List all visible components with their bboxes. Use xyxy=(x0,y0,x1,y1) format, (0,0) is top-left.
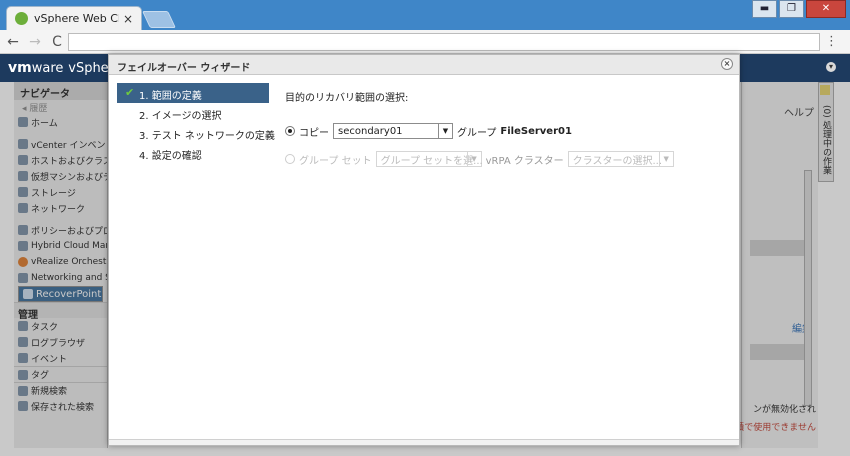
copy-row: コピー secondary01 ▼ グループ FileServer01 xyxy=(285,122,725,140)
chevron-down-icon: ▼ xyxy=(466,152,481,166)
group-set-select[interactable]: グループ セットを選... ▼ xyxy=(375,151,483,167)
copy-select[interactable]: secondary01 ▼ xyxy=(333,123,453,139)
user-menu-chevron-icon[interactable]: ▾ xyxy=(826,62,836,72)
browser-tab[interactable]: vSphere Web Client × xyxy=(6,6,142,30)
recovery-scope-heading: 目的のリカバリ範囲の選択: xyxy=(285,93,409,104)
url-input[interactable] xyxy=(68,33,820,51)
wizard-content: 目的のリカバリ範囲の選択: コピー secondary01 ▼ グループ Fil… xyxy=(285,89,725,178)
dialog-close-icon[interactable]: × xyxy=(721,58,733,70)
new-tab-button[interactable] xyxy=(142,11,176,28)
vmware-logo: vmware vSpher xyxy=(8,60,115,76)
tab-title: vSphere Web Client xyxy=(34,12,119,25)
browser-tab-bar: vSphere Web Client × ▬ ❐ ✕ xyxy=(0,0,850,30)
step-select-image[interactable]: 2. イメージの選択 xyxy=(117,103,269,123)
step-define-test-network[interactable]: 3. テスト ネットワークの定義 xyxy=(117,123,275,143)
reload-icon[interactable]: C xyxy=(48,34,66,50)
wizard-steps: ✔ 1. 範囲の定義 2. イメージの選択 3. テスト ネットワークの定義 4.… xyxy=(117,83,275,163)
dialog-header: フェイルオーバー ウィザード × xyxy=(109,55,739,75)
step-define-scope[interactable]: ✔ 1. 範囲の定義 xyxy=(117,83,269,103)
group-label: グループ xyxy=(457,127,497,139)
check-icon: ✔ xyxy=(125,86,135,99)
forward-icon[interactable]: → xyxy=(26,34,44,50)
back-icon[interactable]: ← xyxy=(4,34,22,50)
tab-close-icon[interactable]: × xyxy=(123,12,133,26)
window-close-button[interactable]: ✕ xyxy=(806,0,846,18)
chevron-down-icon: ▼ xyxy=(438,124,452,138)
window-controls: ▬ ❐ ✕ xyxy=(750,0,846,18)
copy-radio[interactable] xyxy=(285,126,295,136)
group-set-label: グループ セット xyxy=(299,155,372,167)
step-review-settings[interactable]: 4. 設定の確認 xyxy=(117,143,269,163)
browser-menu-icon[interactable]: ⋮ xyxy=(825,34,838,49)
maximize-button[interactable]: ❐ xyxy=(779,0,804,18)
vrpa-cluster-label: vRPA クラスター xyxy=(485,155,564,167)
failover-wizard-dialog: フェイルオーバー ウィザード × ✔ 1. 範囲の定義 2. イメージの選択 3.… xyxy=(108,54,740,446)
copy-label: コピー xyxy=(299,127,329,139)
group-set-row: グループ セット グループ セットを選... ▼ vRPA クラスター クラスタ… xyxy=(285,150,725,168)
cluster-select[interactable]: クラスターの選択... ▼ xyxy=(567,151,674,167)
dialog-title: フェイルオーバー ウィザード xyxy=(117,63,251,74)
group-set-radio[interactable] xyxy=(285,154,295,164)
address-bar-row: ← → C ⋮ xyxy=(0,30,850,54)
minimize-button[interactable]: ▬ xyxy=(752,0,777,18)
chevron-down-icon: ▼ xyxy=(658,152,673,166)
group-value: FileServer01 xyxy=(500,125,572,137)
dialog-footer xyxy=(109,439,739,445)
vsphere-favicon-icon xyxy=(15,12,28,25)
